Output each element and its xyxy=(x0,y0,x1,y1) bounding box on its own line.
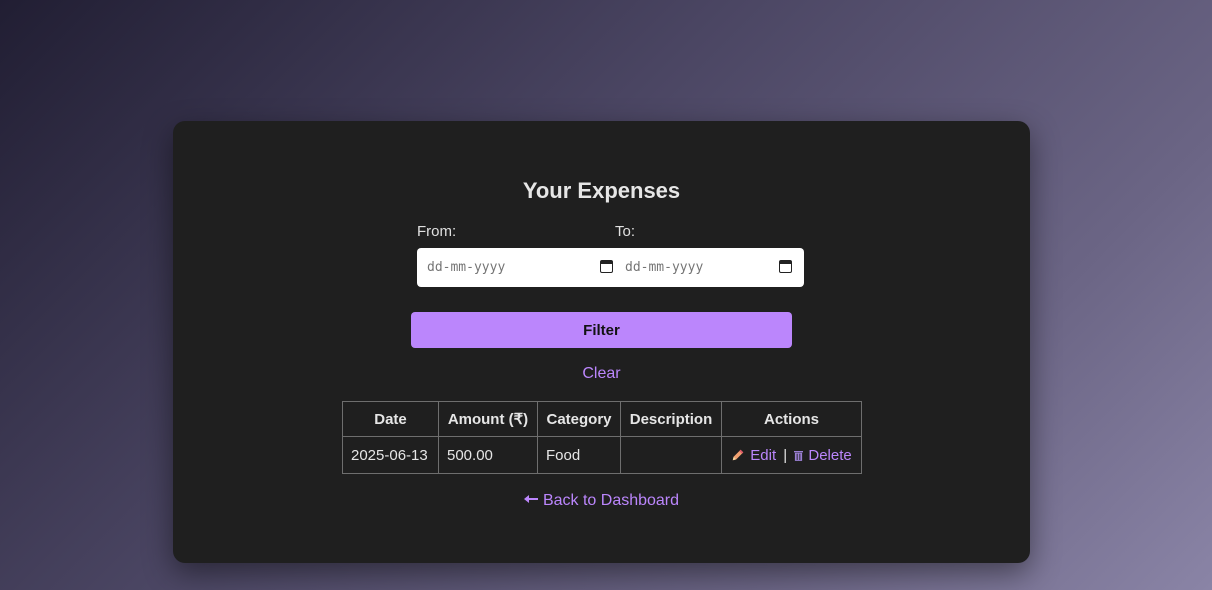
from-date-input[interactable] xyxy=(417,248,615,287)
table-row: 2025-06-13 500.00 Food Edit | Delete xyxy=(342,436,862,474)
delete-link[interactable]: Delete xyxy=(790,447,852,464)
header-date: Date xyxy=(342,401,439,437)
action-separator: | xyxy=(783,446,788,464)
from-label: From: xyxy=(417,223,457,240)
to-label: To: xyxy=(615,223,636,240)
back-link-label: Back to Dashboard xyxy=(542,492,680,509)
header-amount: Amount (₹) xyxy=(438,401,538,437)
cell-amount: 500.00 xyxy=(438,436,538,474)
edit-link[interactable]: Edit xyxy=(731,447,780,464)
cell-category: Food xyxy=(537,436,621,474)
header-category: Category xyxy=(537,401,621,437)
clear-link[interactable]: Clear xyxy=(173,364,1030,384)
cell-date: 2025-06-13 xyxy=(342,436,439,474)
header-description: Description xyxy=(620,401,722,437)
date-range-box xyxy=(417,248,804,287)
cell-actions: Edit | Delete xyxy=(721,436,862,474)
table-header-row: Date Amount (₹) Category Description Act… xyxy=(342,401,862,437)
trash-icon xyxy=(794,450,804,461)
expenses-table: Date Amount (₹) Category Description Act… xyxy=(342,401,862,474)
header-actions: Actions xyxy=(721,401,862,437)
delete-label: Delete xyxy=(808,446,852,464)
page-title: Your Expenses xyxy=(522,178,681,203)
expenses-card: Your Expenses From: To: Filter Clear Dat… xyxy=(173,121,1030,563)
back-to-dashboard-link[interactable]: Back to Dashboard xyxy=(173,491,1030,511)
to-date-input[interactable] xyxy=(615,248,804,287)
calendar-icon[interactable] xyxy=(600,260,613,273)
filter-button[interactable]: Filter xyxy=(411,312,792,348)
edit-label: Edit xyxy=(750,446,777,464)
pencil-icon xyxy=(733,449,744,460)
calendar-icon[interactable] xyxy=(779,260,792,273)
cell-description xyxy=(620,436,722,474)
arrow-left-icon xyxy=(523,495,538,503)
